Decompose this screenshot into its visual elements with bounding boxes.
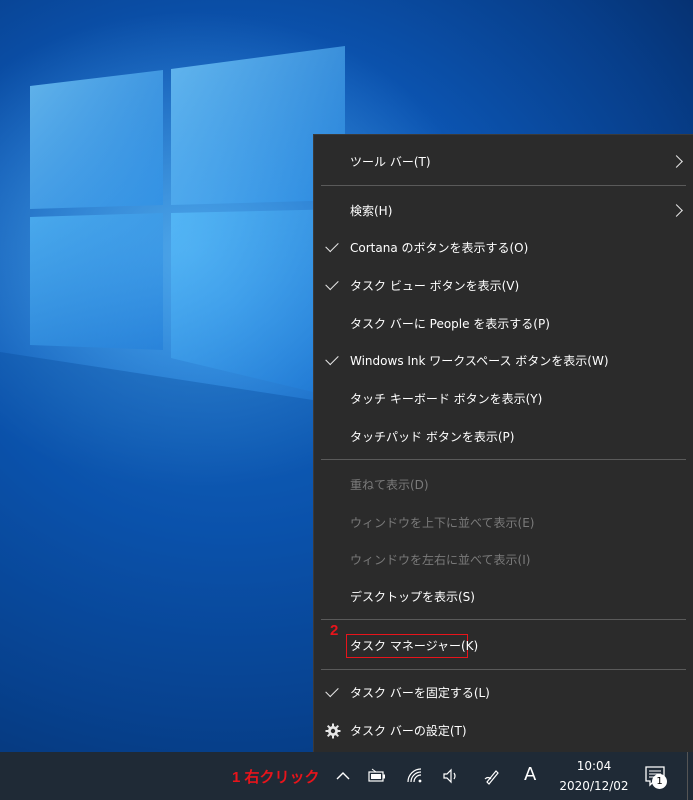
notification-count-badge: 1 xyxy=(652,774,667,789)
step-2-annotation: 2 xyxy=(330,622,339,639)
menu-item-label: 検索(H) xyxy=(350,204,393,218)
checkmark-icon xyxy=(325,238,339,253)
checkmark-icon xyxy=(325,276,339,291)
menu-item-toolbar[interactable]: ツール バー(T) xyxy=(314,147,693,177)
step-1-annotation: 1 右クリック xyxy=(232,769,320,786)
battery-icon[interactable] xyxy=(366,765,388,787)
taskbar-context-menu: ツール バー(T) 検索(H) Cortana のボタンを表示する(O) タスク… xyxy=(313,134,693,752)
wifi-icon[interactable] xyxy=(404,765,426,787)
menu-item-windows-ink[interactable]: Windows Ink ワークスペース ボタンを表示(W) xyxy=(314,346,693,376)
menu-item-label: タスク バーを固定する(L) xyxy=(350,686,490,700)
chevron-up-icon[interactable] xyxy=(332,765,354,787)
taskbar[interactable]: 1 右クリック A 10:04 2020/12/02 1 xyxy=(0,752,693,800)
chevron-right-icon xyxy=(670,204,683,217)
menu-item-stack-windows: ウィンドウを上下に並べて表示(E) xyxy=(314,508,693,538)
checkmark-icon xyxy=(325,351,339,366)
menu-separator xyxy=(321,619,686,620)
pen-icon[interactable] xyxy=(482,765,504,787)
menu-item-label: ウィンドウを左右に並べて表示(I) xyxy=(350,553,531,567)
volume-icon[interactable] xyxy=(440,765,462,787)
menu-item-lock-taskbar[interactable]: タスク バーを固定する(L) xyxy=(314,678,693,708)
menu-item-label: タスク バーに People を表示する(P) xyxy=(350,317,550,331)
menu-separator xyxy=(321,459,686,460)
menu-item-taskbar-settings[interactable]: タスク バーの設定(T) xyxy=(314,716,693,746)
menu-item-show-desktop[interactable]: デスクトップを表示(S) xyxy=(314,582,693,612)
menu-item-task-view-button[interactable]: タスク ビュー ボタンを表示(V) xyxy=(314,271,693,301)
menu-item-label: タスク バーの設定(T) xyxy=(350,724,467,738)
clock-time: 10:04 xyxy=(576,759,612,773)
chevron-right-icon xyxy=(670,155,683,168)
menu-item-label: タッチ キーボード ボタンを表示(Y) xyxy=(350,392,543,406)
menu-item-search[interactable]: 検索(H) xyxy=(314,196,693,226)
clock-date: 2020/12/02 xyxy=(559,779,629,793)
menu-item-label: ツール バー(T) xyxy=(350,155,431,169)
menu-item-label: Windows Ink ワークスペース ボタンを表示(W) xyxy=(350,354,609,368)
menu-item-cortana-button[interactable]: Cortana のボタンを表示する(O) xyxy=(314,233,693,263)
menu-item-side-by-side: ウィンドウを左右に並べて表示(I) xyxy=(314,545,693,575)
checkmark-icon xyxy=(325,683,339,698)
menu-item-label: タスク マネージャー(K) xyxy=(350,639,479,653)
menu-item-people[interactable]: タスク バーに People を表示する(P) xyxy=(314,309,693,339)
menu-item-label: ウィンドウを上下に並べて表示(E) xyxy=(350,516,535,530)
menu-item-touchpad[interactable]: タッチパッド ボタンを表示(P) xyxy=(314,422,693,452)
menu-separator xyxy=(321,669,686,670)
ime-indicator[interactable]: A xyxy=(524,764,536,785)
taskbar-clock[interactable]: 10:04 2020/12/02 xyxy=(558,756,630,796)
menu-item-label: タッチパッド ボタンを表示(P) xyxy=(350,430,515,444)
gear-icon xyxy=(325,723,341,739)
menu-item-label: デスクトップを表示(S) xyxy=(350,590,475,604)
menu-item-label: 重ねて表示(D) xyxy=(350,478,429,492)
show-desktop-button[interactable] xyxy=(687,752,693,800)
menu-item-cascade: 重ねて表示(D) xyxy=(314,470,693,500)
menu-item-label: Cortana のボタンを表示する(O) xyxy=(350,241,529,255)
menu-item-task-manager[interactable]: タスク マネージャー(K) xyxy=(314,631,693,661)
menu-separator xyxy=(321,185,686,186)
menu-item-label: タスク ビュー ボタンを表示(V) xyxy=(350,279,520,293)
menu-item-touch-keyboard[interactable]: タッチ キーボード ボタンを表示(Y) xyxy=(314,384,693,414)
